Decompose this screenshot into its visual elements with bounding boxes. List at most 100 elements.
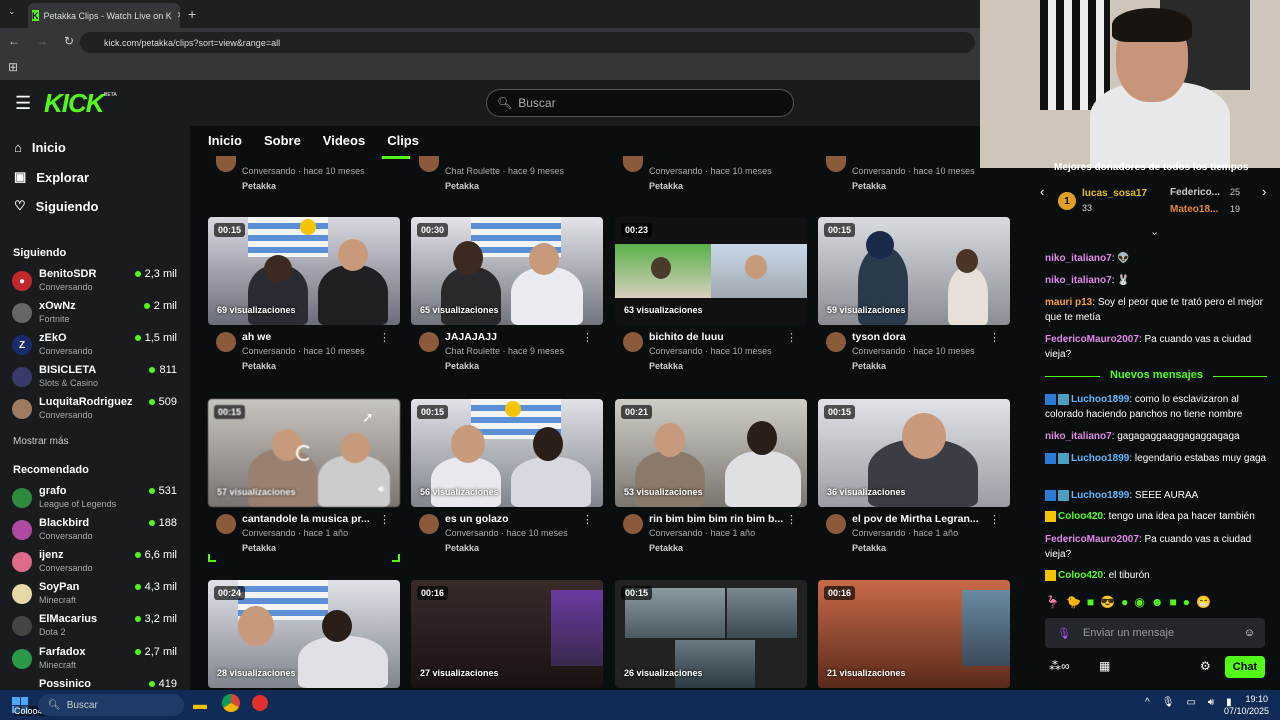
- chat-username[interactable]: FedericoMauro2007: [1045, 534, 1139, 545]
- clip-thumbnail[interactable]: 00:30 65 visualizaciones: [411, 217, 603, 325]
- clip-card-partial[interactable]: Chat Roulette · hace 9 meses Petakka: [411, 156, 603, 196]
- chat-username[interactable]: Coloo420: [1058, 511, 1103, 522]
- emoji-icon[interactable]: ☺: [1244, 627, 1255, 639]
- more-options-icon[interactable]: ⋮: [989, 513, 1000, 526]
- menu-icon[interactable]: ☰: [15, 93, 31, 114]
- clip-title[interactable]: rin bim bim bim rin bim b...: [649, 513, 789, 525]
- chat-username[interactable]: Luchoo1899: [1071, 453, 1129, 464]
- donor-name[interactable]: Mateo18...: [1170, 204, 1218, 215]
- more-options-icon[interactable]: ⋮: [786, 513, 797, 526]
- channel-zeko[interactable]: ZzEkO Conversando 1,5 mil: [12, 332, 177, 362]
- browser-tab[interactable]: K Petakka Clips - Watch Live on K ✕: [28, 3, 180, 28]
- clip-author[interactable]: Petakka: [852, 361, 886, 371]
- clip-thumbnail[interactable]: 00:15 59 visualizaciones: [818, 217, 1010, 325]
- channel-ijenz[interactable]: ijenz Conversando 6,6 mil: [12, 549, 177, 579]
- clip-title[interactable]: bichito de luuu: [649, 331, 789, 343]
- volume-icon[interactable]: 🔊︎: [1208, 697, 1214, 708]
- chat-username[interactable]: FedericoMauro2007: [1045, 334, 1139, 345]
- clip-card[interactable]: 00:23 63 visualizaciones bichito de luuu…: [615, 217, 807, 392]
- tab-search-icon[interactable]: ⌄: [8, 6, 16, 17]
- clip-card[interactable]: 00:15 26 visualizaciones: [615, 580, 807, 688]
- clip-title[interactable]: tyson dora: [852, 331, 992, 343]
- clip-card-partial[interactable]: Conversando · hace 10 meses Petakka: [615, 156, 807, 196]
- microphone-icon[interactable]: 🎙︎: [1057, 627, 1071, 640]
- clip-card[interactable]: 00:21 53 visualizaciones rin bim bim bim…: [615, 399, 807, 574]
- search-input[interactable]: 🔍︎ Buscar: [486, 89, 794, 117]
- clip-card[interactable]: 00:16 21 visualizaciones: [818, 580, 1010, 688]
- forward-icon[interactable]: →: [36, 34, 48, 48]
- apps-grid-icon[interactable]: ⊞: [8, 60, 18, 74]
- donor-name[interactable]: Federico...: [1170, 187, 1220, 198]
- clip-card-partial[interactable]: Conversando · hace 10 meses Petakka: [818, 156, 980, 196]
- chat-username[interactable]: Luchoo1899: [1071, 490, 1129, 501]
- channel-blackbird[interactable]: Blackbird Conversando 188: [12, 517, 177, 547]
- channel-elmacarius[interactable]: ElMacarius Dota 2 3,2 mil: [12, 613, 177, 643]
- clip-thumbnail[interactable]: 00:15 69 visualizaciones: [208, 217, 400, 325]
- sidebar-item-explorar[interactable]: ▣ Explorar: [14, 169, 89, 185]
- clip-card[interactable]: 00:30 65 visualizaciones JAJAJAJJ Chat R…: [411, 217, 603, 392]
- chat-username[interactable]: mauri p13: [1045, 297, 1092, 308]
- more-options-icon[interactable]: ⋮: [379, 513, 390, 526]
- emote-icon[interactable]: ◉: [1134, 595, 1144, 613]
- clip-card[interactable]: 00:24 28 visualizaciones: [208, 580, 400, 688]
- channel-soypan[interactable]: SoyPan Minecraft 4,3 mil: [12, 581, 177, 611]
- clip-card[interactable]: 00:15 57 visualizaciones 🔊︎ cantandole l…: [208, 399, 400, 574]
- more-options-icon[interactable]: ⋮: [379, 331, 390, 344]
- tab-inicio[interactable]: Inicio: [208, 133, 242, 148]
- sidebar-item-siguiendo[interactable]: ♡ Siguiendo: [14, 198, 99, 214]
- tab-videos[interactable]: Videos: [323, 133, 365, 148]
- clip-card[interactable]: 00:15 56 visualizaciones es un golazo Co…: [411, 399, 603, 574]
- emote-icon[interactable]: 😁: [1196, 595, 1211, 613]
- kick-logo[interactable]: KICK: [44, 88, 105, 119]
- emote-icon[interactable]: 🐤: [1066, 595, 1081, 613]
- app-icon[interactable]: [252, 695, 268, 711]
- channel-benitosdr[interactable]: ● BenitoSDR Conversando 2,3 mil: [12, 268, 177, 298]
- tab-clips[interactable]: Clips: [387, 133, 419, 148]
- chat-input[interactable]: 🎙︎ Enviar un mensaje ☺: [1045, 618, 1265, 648]
- chat-username[interactable]: niko_italiano7: [1045, 253, 1112, 264]
- taskbar-search[interactable]: 🔍︎ Buscar: [38, 694, 184, 716]
- more-options-icon[interactable]: ⋮: [786, 331, 797, 344]
- clip-title[interactable]: cantandole la musica pr...: [242, 513, 382, 525]
- clip-author[interactable]: Petakka: [852, 543, 886, 553]
- emote-icon[interactable]: ●: [1183, 595, 1190, 613]
- expand-donors-icon[interactable]: ⌄: [1150, 225, 1159, 238]
- clip-author[interactable]: Petakka: [649, 543, 683, 553]
- channel-farfadox[interactable]: Farfadox Minecraft 2,7 mil: [12, 646, 177, 676]
- next-donors-icon[interactable]: ›: [1262, 184, 1266, 199]
- gift-icon[interactable]: ▦: [1099, 659, 1110, 673]
- prev-donors-icon[interactable]: ‹: [1040, 184, 1044, 199]
- tray-chevron-icon[interactable]: ^: [1145, 697, 1150, 708]
- channel-bisicleta[interactable]: BISICLETA Slots & Casino 811: [12, 364, 177, 394]
- url-field[interactable]: kick.com/petakka/clips?sort=view&range=a…: [80, 32, 975, 53]
- channel-xownz[interactable]: xOwNz Fortnite 2 mil: [12, 300, 177, 330]
- tab-sobre[interactable]: Sobre: [264, 133, 301, 148]
- back-icon[interactable]: ←: [8, 34, 20, 48]
- volume-icon[interactable]: 🔊︎: [378, 484, 384, 495]
- clip-card-partial[interactable]: Conversando · hace 10 meses Petakka: [208, 156, 400, 196]
- clip-thumbnail[interactable]: 00:24 28 visualizaciones: [208, 580, 400, 688]
- clip-title[interactable]: JAJAJAJJ: [445, 331, 585, 343]
- emote-icon[interactable]: ●: [1121, 595, 1128, 613]
- network-icon[interactable]: ▭: [1186, 697, 1195, 708]
- chat-username[interactable]: niko_italiano7: [1045, 431, 1112, 442]
- clip-author[interactable]: Petakka: [649, 361, 683, 371]
- reload-icon[interactable]: ↻: [64, 34, 74, 48]
- clip-author[interactable]: Petakka: [445, 543, 479, 553]
- clip-thumbnail[interactable]: 00:15 26 visualizaciones: [615, 580, 807, 688]
- clip-author[interactable]: Petakka: [242, 543, 276, 553]
- more-options-icon[interactable]: ⋮: [582, 513, 593, 526]
- show-more-link[interactable]: Mostrar más: [13, 436, 69, 447]
- clip-card[interactable]: 00:15 69 visualizaciones ah we Conversan…: [208, 217, 400, 392]
- emote-icon[interactable]: ☻: [1151, 595, 1164, 613]
- clip-card[interactable]: 00:15 59 visualizaciones tyson dora Conv…: [818, 217, 1010, 392]
- clip-thumbnail[interactable]: 00:16 27 visualizaciones: [411, 580, 603, 688]
- clip-thumbnail[interactable]: 00:23 63 visualizaciones: [615, 217, 807, 325]
- clip-thumbnail[interactable]: 00:15 36 visualizaciones: [818, 399, 1010, 507]
- clip-title[interactable]: el pov de Mirtha Legran...: [852, 513, 992, 525]
- clip-thumbnail[interactable]: 00:16 21 visualizaciones: [818, 580, 1010, 688]
- donor-name[interactable]: lucas_sosa17: [1082, 188, 1147, 199]
- more-options-icon[interactable]: ⋮: [989, 331, 1000, 344]
- emote-icon[interactable]: 🦩: [1045, 595, 1060, 613]
- clip-card[interactable]: 00:15 36 visualizaciones el pov de Mirth…: [818, 399, 1010, 574]
